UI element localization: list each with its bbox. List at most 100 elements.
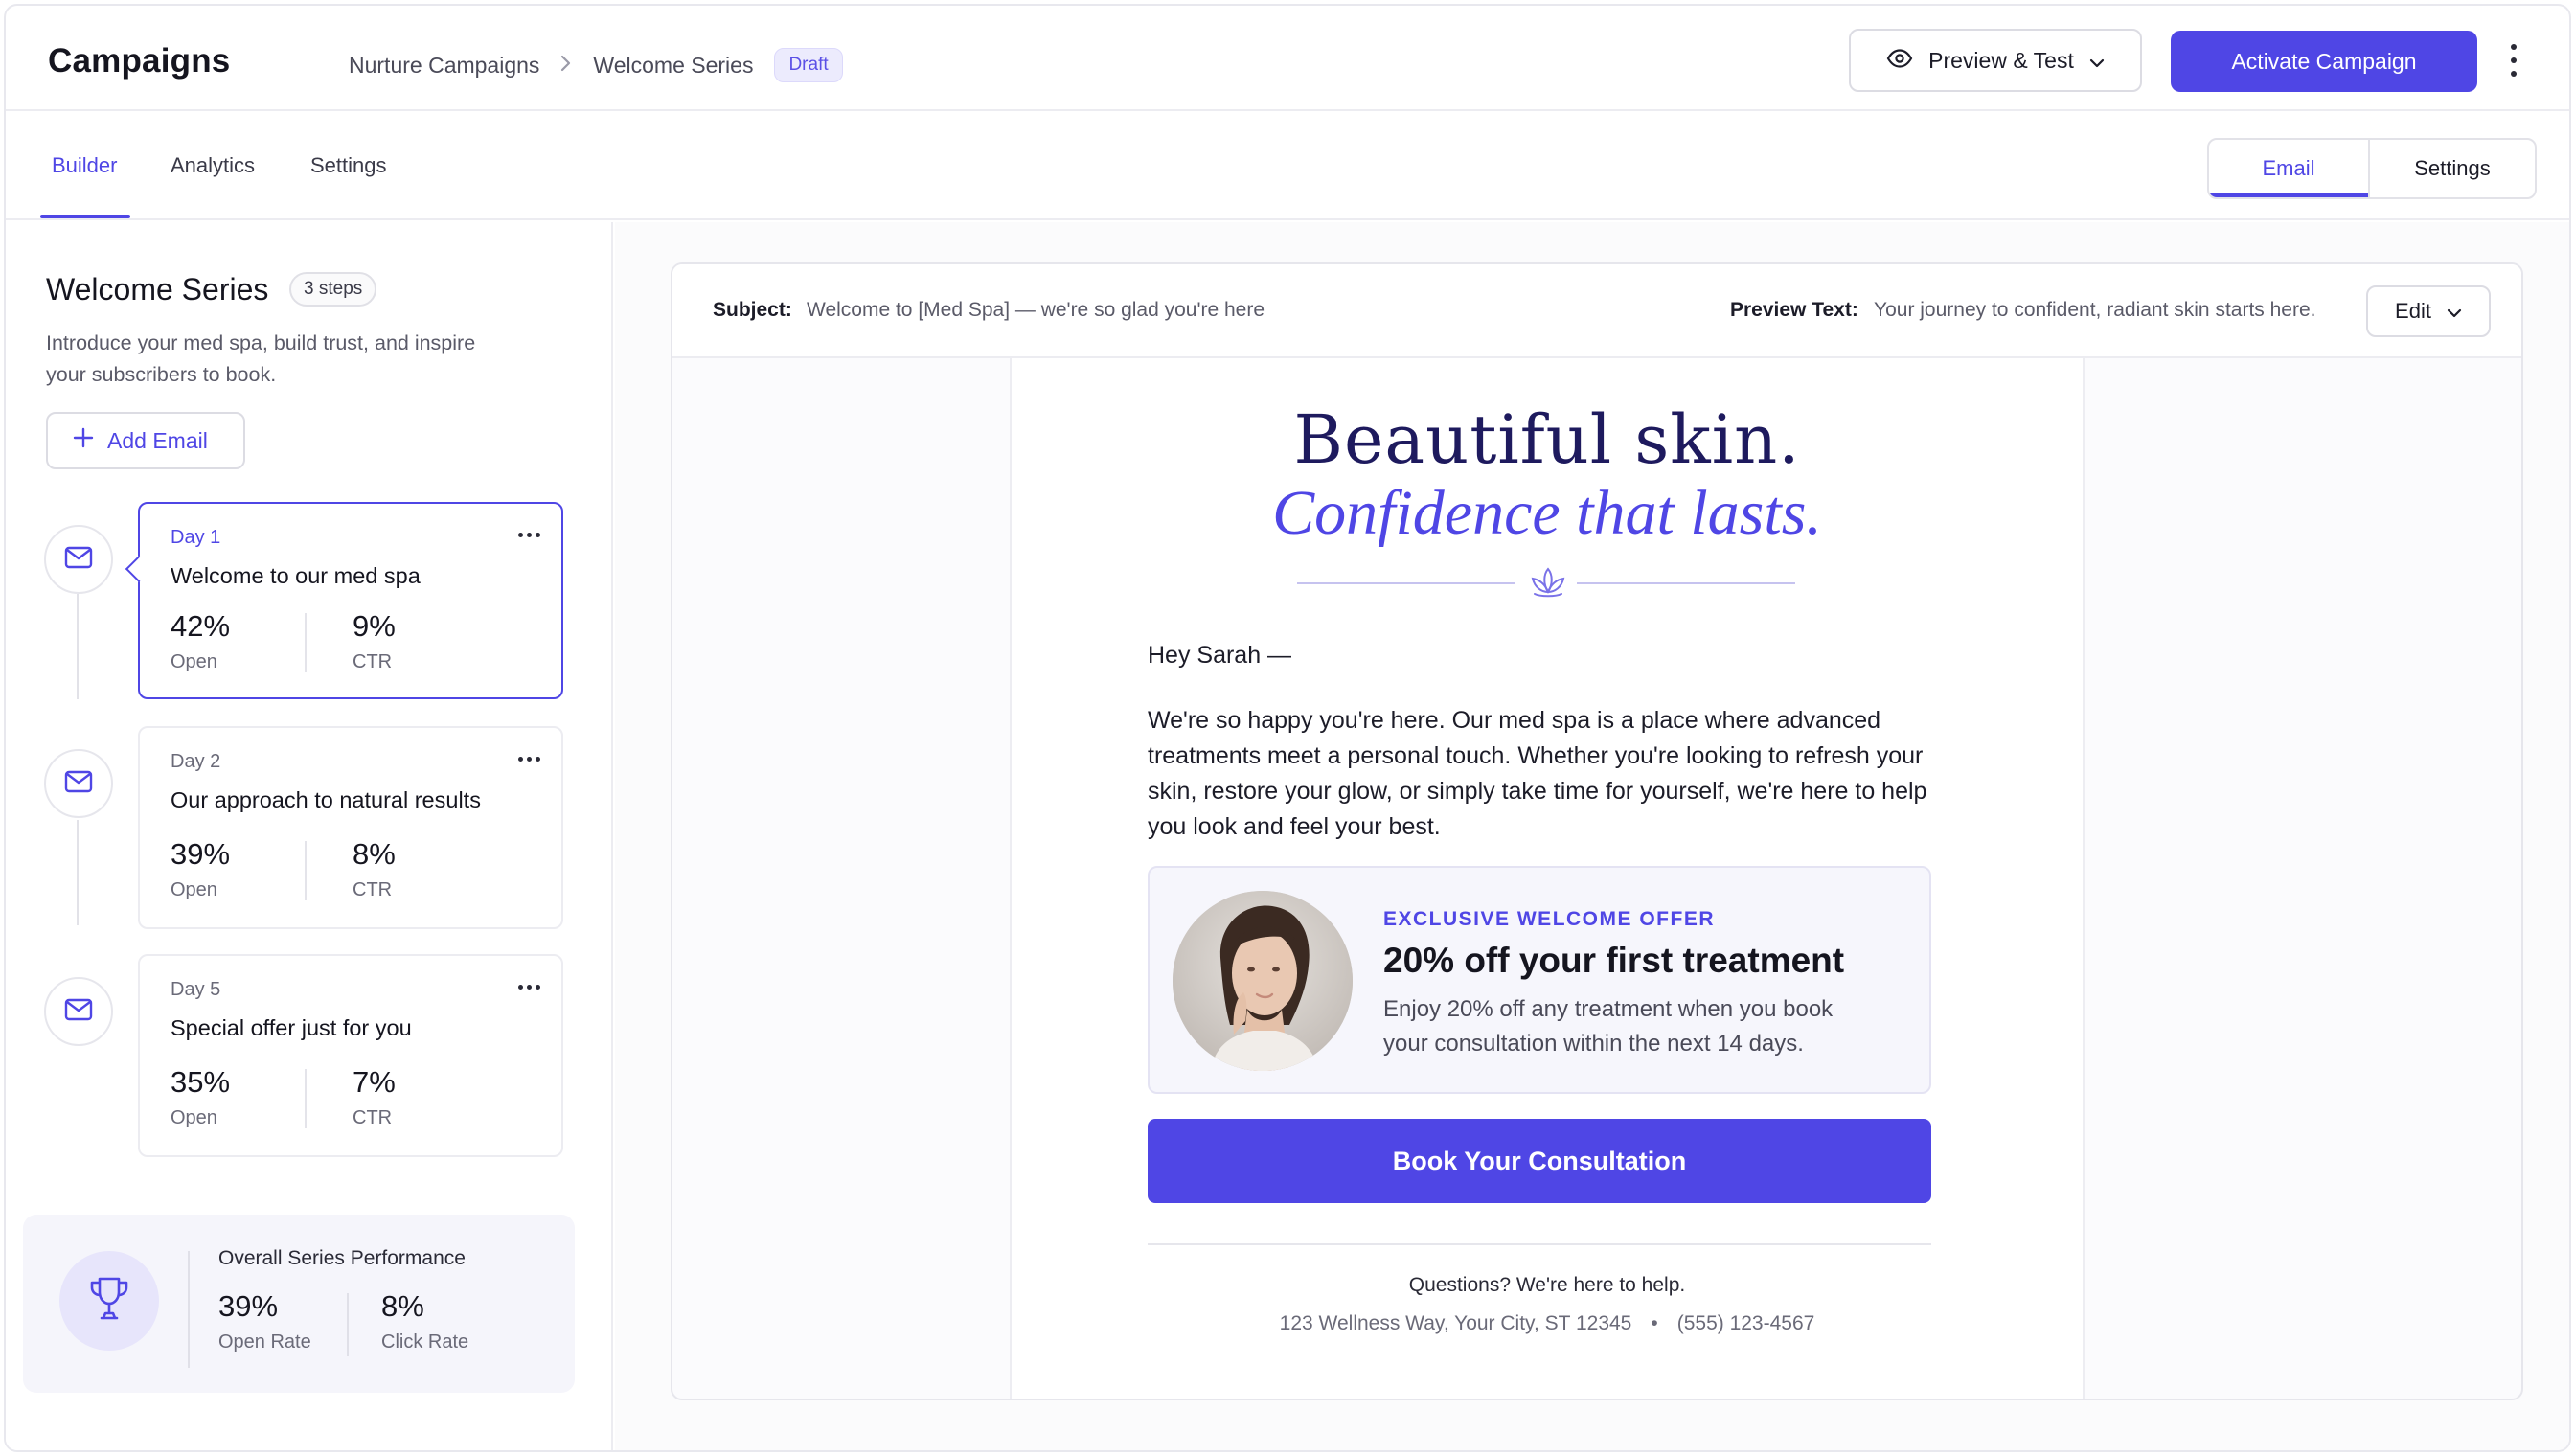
- lotus-icon: [1527, 565, 1569, 604]
- overall-click-rate-label: Click Rate: [381, 1331, 469, 1353]
- email-card-day-1[interactable]: Day 1 Welcome to our med spa 42% Open 9%…: [138, 502, 563, 699]
- active-tab-indicator: [40, 215, 130, 218]
- email-day: Day 1: [171, 527, 221, 548]
- email-body: Beautiful skin. Confidence that lasts. H…: [1010, 358, 2085, 1399]
- email-headline: Beautiful skin.: [1293, 400, 1801, 479]
- footer-separator: •: [1651, 1312, 1658, 1334]
- email-day: Day 5: [171, 979, 221, 1000]
- preview-test-label: Preview & Test: [1928, 47, 2074, 73]
- kebab-icon[interactable]: [2504, 44, 2523, 77]
- breadcrumb-nurture-campaigns[interactable]: Nurture Campaigns: [349, 53, 539, 79]
- metric-divider: [305, 613, 307, 672]
- email-greeting: Hey Sarah —: [1148, 642, 1292, 669]
- series-title: Welcome Series: [46, 272, 269, 307]
- chevron-down-icon: [2089, 48, 2105, 74]
- subject-label: Subject:: [713, 299, 792, 321]
- app-title: Campaigns: [48, 42, 231, 80]
- divider: [188, 1251, 190, 1368]
- sub-bar: Builder Analytics Settings Email Setting…: [6, 111, 2569, 220]
- app-window: Campaigns Nurture Campaigns Welcome Seri…: [4, 4, 2571, 1452]
- ctr-value: 7%: [353, 1065, 396, 1099]
- footer-question: Questions? We're here to help.: [1408, 1274, 1686, 1296]
- more-icon[interactable]: [518, 533, 540, 537]
- subject-value: Welcome to [Med Spa] — we're so glad you…: [807, 299, 1265, 321]
- email-node: [44, 525, 113, 594]
- email-day: Day 2: [171, 751, 221, 772]
- open-rate-value: 39%: [171, 837, 231, 871]
- tab-analytics[interactable]: Analytics: [171, 153, 255, 178]
- tab-settings[interactable]: Settings: [310, 153, 387, 178]
- open-rate-label: Open: [171, 1107, 217, 1128]
- timeline-connector: [77, 820, 79, 925]
- edit-button[interactable]: Edit: [2366, 285, 2491, 337]
- footer-phone: (555) 123-4567: [1676, 1312, 1815, 1334]
- top-bar: Campaigns Nurture Campaigns Welcome Seri…: [6, 6, 2569, 111]
- email-node: [44, 749, 113, 818]
- metric-divider: [305, 841, 307, 900]
- eye-icon: [1886, 48, 1913, 74]
- ctr-label: CTR: [353, 1107, 393, 1128]
- email-body-text: We're so happy you're here. Our med spa …: [1148, 707, 1927, 840]
- status-badge: Draft: [774, 48, 843, 82]
- series-panel: Welcome Series 3 steps Introduce your me…: [6, 222, 613, 1450]
- email-node: [44, 977, 113, 1046]
- overall-click-rate: 8%: [381, 1289, 424, 1323]
- chevron-right-icon: [560, 53, 572, 78]
- offer-title: 20% off your first treatment: [1383, 941, 1845, 980]
- offer-description: Enjoy 20% off any treatment when you boo…: [1383, 996, 1834, 1057]
- view-toggle: Email Settings: [2207, 138, 2537, 199]
- email-title: Welcome to our med spa: [171, 563, 421, 588]
- open-rate-value: 42%: [171, 609, 231, 643]
- add-email-button[interactable]: Add Email: [46, 412, 245, 469]
- ctr-value: 9%: [353, 609, 396, 643]
- add-email-label: Add Email: [107, 427, 208, 453]
- offer-card: EXCLUSIVE WELCOME OFFER 20% off your fir…: [1148, 866, 1931, 1094]
- open-rate-value: 35%: [171, 1065, 231, 1099]
- trophy-icon: [86, 1275, 132, 1328]
- overall-open-rate: 39%: [218, 1289, 279, 1323]
- tab-builder[interactable]: Builder: [52, 153, 117, 178]
- book-consultation-button[interactable]: Book Your Consultation: [1148, 1119, 1931, 1203]
- ctr-label: CTR: [353, 651, 393, 672]
- series-performance-card: Overall Series Performance 39% Open Rate…: [23, 1215, 575, 1393]
- email-preview-area: Subject: Welcome to [Med Spa] — we're so…: [615, 222, 2569, 1450]
- preview-text-label: Preview Text:: [1730, 299, 1858, 321]
- email-card-day-2[interactable]: Day 2 Our approach to natural results 39…: [138, 726, 563, 929]
- ornament-line: [1577, 582, 1795, 584]
- ctr-label: CTR: [353, 879, 393, 900]
- footer-divider: [1148, 1243, 1931, 1245]
- trophy-badge: [59, 1251, 159, 1351]
- email-title: Our approach to natural results: [171, 787, 481, 812]
- overall-open-rate-label: Open Rate: [218, 1331, 311, 1353]
- divider: [347, 1293, 349, 1356]
- footer-address: 123 Wellness Way, Your City, ST 12345: [1279, 1312, 1632, 1334]
- breadcrumb-welcome-series[interactable]: Welcome Series: [593, 53, 753, 79]
- email-title: Special offer just for you: [171, 1015, 412, 1040]
- mail-icon: [64, 998, 93, 1026]
- ornament-line: [1297, 582, 1515, 584]
- mail-icon: [64, 770, 93, 798]
- toggle-email[interactable]: Email: [2209, 140, 2370, 197]
- steps-badge: 3 steps: [289, 272, 377, 307]
- offer-portrait-image: [1173, 891, 1353, 1071]
- email-preview-frame: Subject: Welcome to [Med Spa] — we're so…: [671, 262, 2523, 1400]
- mail-icon: [64, 546, 93, 574]
- activate-campaign-button[interactable]: Activate Campaign: [2171, 31, 2477, 92]
- offer-kicker: EXCLUSIVE WELCOME OFFER: [1383, 908, 1716, 930]
- preview-test-button[interactable]: Preview & Test: [1849, 29, 2142, 92]
- series-description: Introduce your med spa, build trust, and…: [46, 331, 476, 386]
- chevron-down-icon: [2447, 299, 2462, 324]
- more-icon[interactable]: [518, 985, 540, 990]
- breadcrumb: Nurture Campaigns Welcome Series Draft: [349, 48, 843, 82]
- email-subheadline: Confidence that lasts.: [1272, 478, 1822, 548]
- edit-label: Edit: [2395, 299, 2431, 323]
- performance-title: Overall Series Performance: [218, 1247, 466, 1269]
- open-rate-label: Open: [171, 879, 217, 900]
- ctr-value: 8%: [353, 837, 396, 871]
- metric-divider: [305, 1069, 307, 1128]
- toggle-settings[interactable]: Settings: [2370, 140, 2535, 197]
- more-icon[interactable]: [518, 757, 540, 762]
- email-card-day-5[interactable]: Day 5 Special offer just for you 35% Ope…: [138, 954, 563, 1157]
- footer-contact: 123 Wellness Way, Your City, ST 12345 • (5…: [1012, 1312, 2083, 1335]
- timeline-connector: [77, 594, 79, 699]
